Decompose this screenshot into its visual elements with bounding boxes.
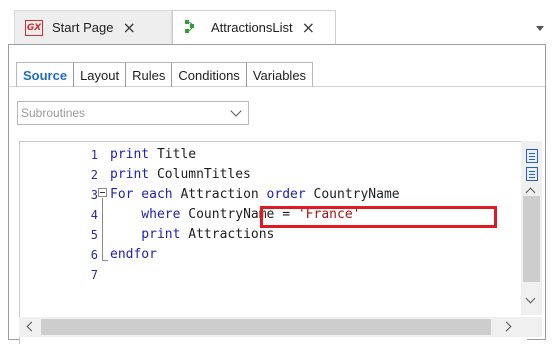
code-line-4: where CountryName = 'France' [110, 205, 497, 228]
line-number: 7 [90, 268, 98, 282]
code-line-5: print Attractions [110, 225, 274, 245]
line-number: 1 [90, 148, 98, 162]
subroutines-dropdown[interactable]: Subroutines [17, 101, 249, 125]
part-tabs: Source Layout Rules Conditions Variables [16, 62, 314, 87]
highlight-annotation [260, 206, 497, 228]
tab-attractionslist[interactable]: AttractionsList × [172, 10, 336, 44]
scroll-down-icon[interactable] [525, 293, 536, 304]
tab-list-dropdown-icon[interactable] [536, 26, 544, 31]
identifier: ColumnTitles [149, 167, 251, 182]
tab-attractionslist-label: AttractionsList [211, 20, 293, 35]
horizontal-scroll-thumb[interactable] [41, 319, 491, 335]
keyword: endfor [110, 247, 157, 262]
tab-variables[interactable]: Variables [247, 63, 312, 87]
code-editor[interactable]: 1 2 3 4 5 6 7 print Title print ColumnTi… [19, 141, 527, 344]
keyword: order [266, 187, 306, 202]
collapse-icon[interactable] [98, 188, 107, 197]
keyword: print [110, 147, 150, 162]
code-line-3: For each Attraction order CountryName [110, 185, 400, 205]
identifier: Title [149, 147, 197, 162]
scroll-right-icon[interactable] [501, 321, 512, 332]
line-number: 5 [90, 228, 98, 242]
fold-guide-end [102, 260, 108, 261]
tab-start-page-label: Start Page [52, 20, 114, 35]
tab-rules[interactable]: Rules [126, 63, 173, 87]
tab-conditions[interactable]: Conditions [172, 63, 247, 87]
line-number-gutter: 1 2 3 4 5 6 7 [20, 142, 98, 312]
tab-source[interactable]: Source [17, 63, 75, 87]
fold-guide [102, 198, 103, 261]
line-number: 4 [90, 208, 98, 222]
split-view-icon[interactable] [526, 149, 538, 163]
part-tab-strip: Source Layout Rules Conditions Variables [9, 45, 545, 87]
outline-view-icon[interactable] [526, 167, 538, 181]
tab-layout[interactable]: Layout [74, 63, 127, 87]
line-number: 6 [90, 248, 98, 262]
code-line-2: print ColumnTitles [110, 165, 251, 185]
scrollbar-corner [521, 317, 542, 337]
close-icon[interactable]: × [302, 19, 315, 36]
horizontal-scrollbar[interactable] [19, 317, 521, 337]
tab-start-page[interactable]: GX Start Page × [14, 10, 172, 44]
line-number: 3 [90, 188, 98, 202]
vertical-scrollbar[interactable] [521, 141, 542, 315]
identifier: Attraction [172, 187, 267, 202]
identifier: Attractions [180, 227, 275, 242]
vertical-scroll-thumb[interactable] [523, 196, 540, 282]
procedure-editor: Source Layout Rules Conditions Variables… [8, 44, 546, 344]
scroll-left-icon[interactable] [26, 321, 37, 332]
code-line-1: print Title [110, 145, 196, 165]
close-icon[interactable]: × [122, 19, 135, 36]
identifier: CountryName [305, 187, 400, 202]
genexus-logo-icon: GX [25, 19, 43, 36]
keyword: For each [110, 187, 173, 202]
document-tab-bar: GX Start Page × AttractionsList × [0, 0, 554, 44]
procedure-icon [183, 19, 201, 37]
line-number: 2 [90, 168, 98, 182]
chevron-down-icon [230, 105, 242, 117]
code-line-6: endfor [110, 245, 157, 265]
keyword: where [110, 207, 181, 222]
keyword: print [110, 167, 150, 182]
keyword: print [110, 227, 181, 242]
subroutines-dropdown-label: Subroutines [21, 106, 86, 120]
